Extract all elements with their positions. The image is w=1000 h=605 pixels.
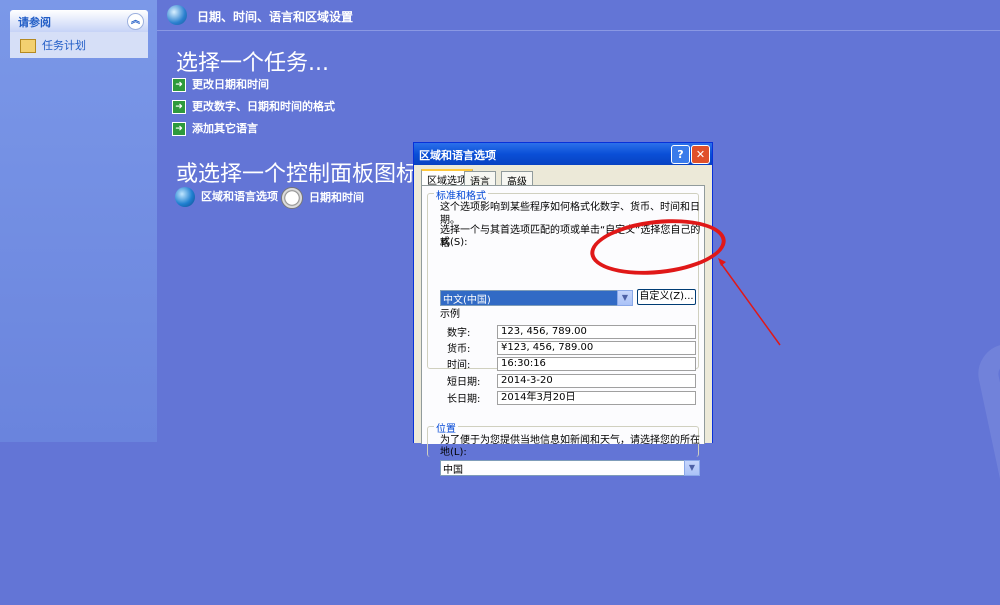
annotation-arrow <box>718 258 781 346</box>
location-select[interactable]: 中国 <box>440 460 698 476</box>
annotation-arrow-head <box>718 258 726 266</box>
location-description-2: 地(L): <box>440 447 467 458</box>
annotation-arrow-line <box>719 261 781 346</box>
chevron-down-icon[interactable]: ▼ <box>684 460 700 476</box>
